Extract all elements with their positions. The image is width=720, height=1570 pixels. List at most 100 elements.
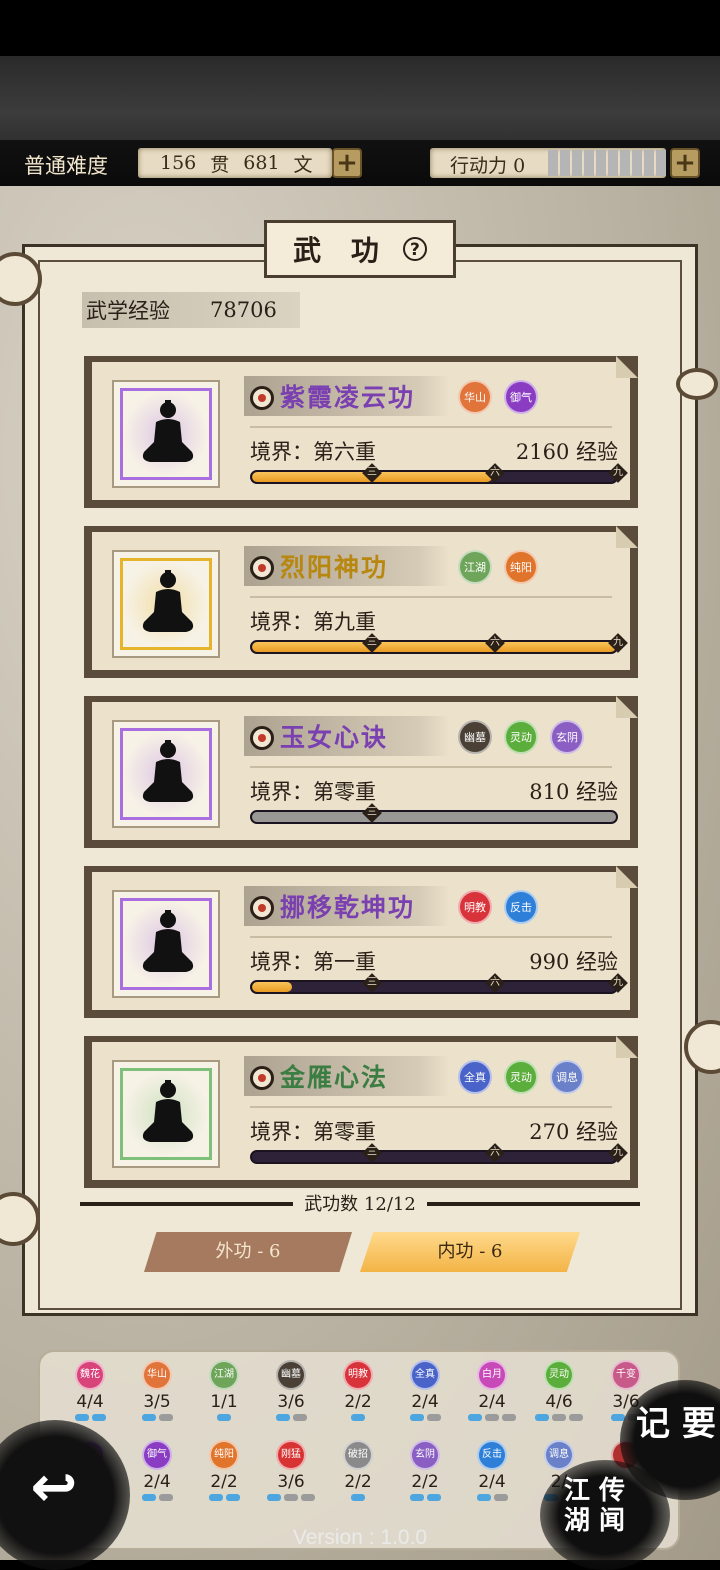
set-pip xyxy=(208,1494,223,1501)
set-pip xyxy=(284,1494,298,1501)
skill-spiral-icon xyxy=(250,896,274,920)
set-pip xyxy=(217,1414,231,1421)
realm-marker: 三 xyxy=(362,803,382,823)
skill-tags: 江湖 纯阳 xyxy=(458,550,538,584)
help-icon[interactable]: ? xyxy=(402,237,427,261)
set-pip xyxy=(552,1414,566,1421)
set-badge: 明教 xyxy=(343,1360,373,1390)
realm-progress-bar xyxy=(250,980,618,994)
action-points-label: 行动力 0 xyxy=(450,155,526,177)
realm-progress-bar xyxy=(250,470,618,484)
set-badge: 江湖 xyxy=(209,1360,239,1390)
set-pip xyxy=(301,1494,315,1501)
action-point-segment xyxy=(548,150,558,176)
set-bonus-item[interactable]: 华山 3/5 xyxy=(127,1360,187,1421)
action-point-segment xyxy=(560,150,570,176)
skill-portrait xyxy=(112,380,220,488)
set-pip xyxy=(292,1414,307,1421)
set-pip xyxy=(225,1494,240,1501)
skill-card[interactable]: 烈阳神功 江湖 纯阳 境界：第九重 三 六 九 xyxy=(84,526,638,678)
add-money-button[interactable]: + xyxy=(332,148,362,178)
set-pips xyxy=(60,1414,120,1421)
page-title-plate: 武 功 ? xyxy=(264,220,456,278)
skill-card-body: 紫霞凌云功 华山 御气 境界：第六重 2160 经验 三 六 九 xyxy=(92,362,630,500)
card-corner xyxy=(616,356,638,378)
skill-card-body: 烈阳神功 江湖 纯阳 境界：第九重 三 六 九 xyxy=(92,532,630,670)
skill-card[interactable]: 玉女心诀 幽墓 灵动 玄阴 境界：第零重 810 经验 三 xyxy=(84,696,638,848)
set-bonus-item[interactable]: 幽墓 3/6 xyxy=(261,1360,321,1421)
set-bonus-item[interactable]: 全真 2/4 xyxy=(395,1360,455,1421)
skill-tag: 明教 xyxy=(458,890,492,924)
skill-tag: 幽墓 xyxy=(458,720,492,754)
set-pip xyxy=(476,1494,491,1501)
set-badge: 华山 xyxy=(142,1360,172,1390)
set-count: 2/4 xyxy=(478,1472,506,1492)
card-divider xyxy=(250,596,612,598)
set-badge: 调息 xyxy=(544,1440,574,1470)
add-action-points-button[interactable]: + xyxy=(670,148,700,178)
skill-portrait xyxy=(112,1060,220,1168)
set-pip xyxy=(141,1414,156,1421)
set-badge: 全真 xyxy=(410,1360,440,1390)
action-point-segment xyxy=(584,150,594,176)
set-pip xyxy=(502,1414,516,1421)
page-title: 武 功 xyxy=(293,234,389,267)
set-pips xyxy=(127,1414,187,1421)
skill-card[interactable]: 紫霞凌云功 华山 御气 境界：第六重 2160 经验 三 六 九 xyxy=(84,356,638,508)
tab-external-skills[interactable]: 外功 - 6 xyxy=(144,1232,352,1272)
skill-tag: 华山 xyxy=(458,380,492,414)
set-bonus-item[interactable]: 江湖 1/1 xyxy=(194,1360,254,1421)
set-count: 2/2 xyxy=(344,1392,372,1412)
card-divider xyxy=(250,1106,612,1108)
meditating-figure-icon xyxy=(142,910,194,972)
set-pips xyxy=(395,1414,455,1421)
tab-internal-skills[interactable]: 内功 - 6 xyxy=(360,1232,580,1272)
set-bonus-item[interactable]: 灵动 4/6 xyxy=(529,1360,589,1421)
skill-card[interactable]: 挪移乾坤功 明教 反击 境界：第一重 990 经验 三 六 九 xyxy=(84,866,638,1018)
set-pip xyxy=(468,1414,482,1421)
skill-tags: 幽墓 灵动 玄阴 xyxy=(458,720,584,754)
set-badge: 幽墓 xyxy=(276,1360,306,1390)
skill-tag: 灵动 xyxy=(504,1060,538,1094)
notes-button[interactable]: 记 要 xyxy=(636,1404,716,1444)
back-button[interactable]: ↩ xyxy=(22,1456,86,1520)
card-corner xyxy=(616,526,638,548)
set-bonus-item[interactable]: 明教 2/2 xyxy=(328,1360,388,1421)
set-pip xyxy=(351,1414,365,1421)
set-pips xyxy=(328,1494,388,1501)
set-bonus-item[interactable]: 白月 2/4 xyxy=(462,1360,522,1421)
skill-name: 金雁心法 xyxy=(280,1063,389,1092)
set-bonus-item[interactable]: 御气 2/4 xyxy=(127,1440,187,1501)
set-pip xyxy=(493,1494,508,1501)
set-bonus-item[interactable]: 玄阴 2/2 xyxy=(395,1440,455,1501)
skill-tag: 纯阳 xyxy=(504,550,538,584)
set-badge: 千变 xyxy=(611,1360,641,1390)
set-count: 3/5 xyxy=(143,1392,171,1412)
skill-realm: 境界：第九重 xyxy=(250,610,376,634)
set-bonus-item[interactable]: 破招 2/2 xyxy=(328,1440,388,1501)
set-badge: 纯阳 xyxy=(209,1440,239,1470)
money-guan-value: 156 xyxy=(160,152,197,174)
skill-exp: 2160 经验 xyxy=(515,440,618,464)
set-count: 4/6 xyxy=(545,1392,573,1412)
set-bonus-item[interactable]: 纯阳 2/2 xyxy=(194,1440,254,1501)
set-pips xyxy=(261,1494,321,1501)
set-bonus-item[interactable]: 反击 2/4 xyxy=(462,1440,522,1501)
action-point-segment xyxy=(572,150,582,176)
skill-tag: 全真 xyxy=(458,1060,492,1094)
set-pip xyxy=(426,1414,441,1421)
meditating-figure-icon xyxy=(142,400,194,462)
cloud-ornament xyxy=(676,368,718,400)
set-bonus-item[interactable]: 魏花 4/4 xyxy=(60,1360,120,1421)
card-corner xyxy=(616,696,638,718)
set-badge: 玄阴 xyxy=(410,1440,440,1470)
set-bonus-item[interactable]: 刚猛 3/6 xyxy=(261,1440,321,1501)
skill-tags: 明教 反击 xyxy=(458,890,538,924)
set-badge: 破招 xyxy=(343,1440,373,1470)
action-point-segment xyxy=(644,150,654,176)
skill-portrait xyxy=(112,550,220,658)
skill-card[interactable]: 金雁心法 全真 灵动 调息 境界：第零重 270 经验 三 六 九 xyxy=(84,1036,638,1188)
card-corner xyxy=(616,1036,638,1058)
skill-tags: 全真 灵动 调息 xyxy=(458,1060,584,1094)
set-pip xyxy=(74,1414,89,1421)
